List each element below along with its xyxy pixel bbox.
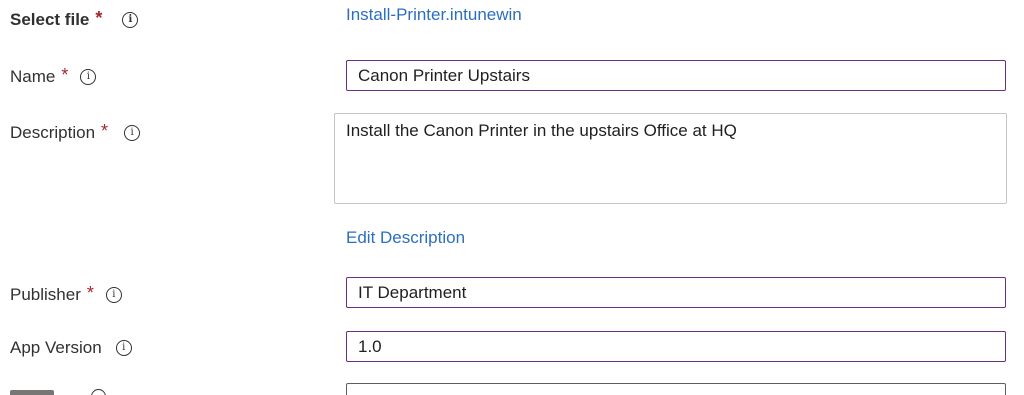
app-version-label-group: App Version i (10, 338, 132, 358)
description-row: Description * i Install the Canon Printe… (0, 110, 1024, 250)
select-file-label: Select file (10, 10, 90, 29)
next-field-row (0, 382, 1024, 395)
name-label: Name (10, 67, 56, 86)
name-label-group: Name * i (10, 65, 97, 87)
publisher-input[interactable]: IT Department (346, 277, 1006, 308)
app-information-form: Select file * i Install-Printer.intunewi… (0, 0, 1024, 395)
required-asterisk: * (95, 8, 103, 28)
app-version-label: App Version (10, 338, 102, 357)
required-asterisk: * (61, 65, 69, 85)
next-field-input[interactable] (346, 383, 1006, 395)
name-row: Name * i Canon Printer Upstairs (0, 56, 1024, 96)
selected-file-link[interactable]: Install-Printer.intunewin (346, 5, 522, 25)
info-icon[interactable]: i (124, 125, 141, 141)
publisher-row: Publisher * i IT Department (0, 274, 1024, 314)
app-version-input[interactable]: 1.0 (346, 331, 1006, 362)
publisher-label-group: Publisher * i (10, 283, 122, 305)
app-version-row: App Version i 1.0 (0, 328, 1024, 368)
description-textarea[interactable]: Install the Canon Printer in the upstair… (334, 113, 1007, 204)
info-icon[interactable]: i (80, 69, 97, 85)
info-icon[interactable]: i (122, 12, 139, 28)
name-input[interactable]: Canon Printer Upstairs (346, 60, 1006, 91)
next-field-label-fragment (10, 390, 54, 395)
edit-description-link[interactable]: Edit Description (346, 228, 465, 248)
info-icon[interactable]: i (115, 340, 132, 356)
info-icon[interactable]: i (105, 287, 122, 303)
select-file-label-group: Select file * i (10, 8, 139, 30)
description-label: Description (10, 123, 96, 142)
required-asterisk: * (101, 121, 109, 141)
publisher-label: Publisher (10, 285, 81, 304)
required-asterisk: * (86, 283, 94, 303)
description-label-group: Description * i (10, 121, 141, 143)
select-file-row: Select file * i Install-Printer.intunewi… (0, 0, 1024, 44)
info-icon[interactable] (91, 389, 106, 395)
